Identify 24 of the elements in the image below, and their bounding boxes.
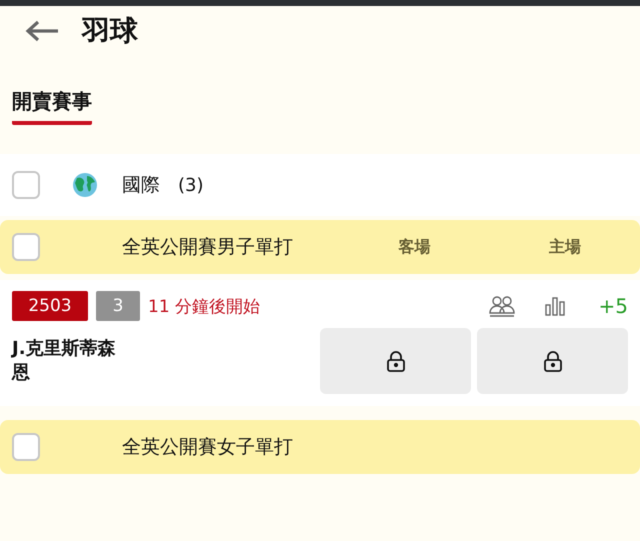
checkbox[interactable] [12, 433, 40, 461]
league-header[interactable]: 全英公開賽男子單打 客場 主場 [0, 220, 640, 274]
globe-icon [72, 172, 98, 198]
odds-button[interactable] [320, 328, 471, 394]
column-heading: 客場 [398, 236, 432, 258]
checkbox[interactable] [12, 171, 40, 199]
column-heading: 主場 [548, 236, 582, 258]
checkbox[interactable] [12, 233, 40, 261]
match-number: 3 [96, 291, 140, 321]
match-code: 2503 [12, 291, 88, 321]
start-time: 11 分鐘後開始 [148, 296, 260, 318]
bar-chart-icon[interactable] [544, 295, 566, 317]
league-name: 全英公開賽女子單打 [122, 435, 294, 460]
league-header[interactable]: 全英公開賽女子單打 [0, 420, 640, 474]
league-name: 全英公開賽男子單打 [122, 235, 294, 260]
tab[interactable]: 開賣賽事 [12, 88, 92, 125]
page-title: 羽球 [82, 13, 138, 49]
more-markets[interactable]: +5 [594, 294, 628, 318]
back-arrow-icon[interactable] [24, 19, 60, 43]
region-name: 國際 [122, 173, 160, 198]
player-name: J.克里斯蒂森恩 [12, 336, 117, 385]
region-count: (3) [178, 174, 204, 196]
people-icon[interactable] [488, 294, 516, 318]
odds-button[interactable] [477, 328, 628, 394]
